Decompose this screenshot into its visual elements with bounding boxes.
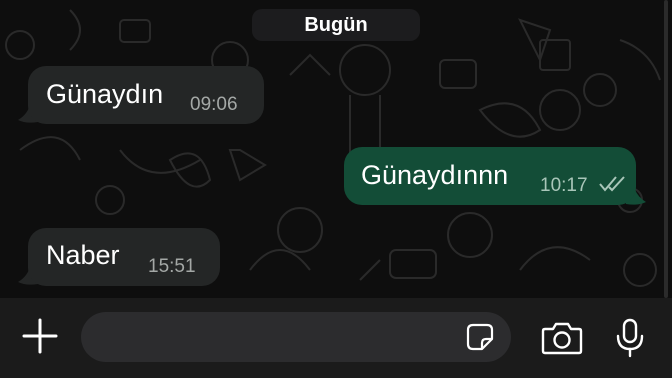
message-text: Günaydınnn: [361, 160, 509, 190]
date-separator: Bugün: [252, 9, 420, 41]
message-bubble-incoming[interactable]: Günaydın 09:06: [28, 66, 264, 124]
sticker-icon[interactable]: [463, 320, 497, 354]
message-input[interactable]: [81, 312, 511, 362]
message-time: 15:51: [148, 256, 196, 277]
chat-scrollbar[interactable]: [664, 0, 668, 298]
message-time: 09:06: [190, 94, 238, 115]
camera-icon[interactable]: [540, 318, 584, 358]
microphone-icon[interactable]: [610, 316, 650, 360]
message-input-bar: [0, 298, 672, 378]
message-bubble-incoming[interactable]: Naber 15:51: [28, 228, 220, 286]
message-text: Naber: [46, 240, 120, 270]
chat-area[interactable]: Bugün Günaydın 09:06 Günaydınnn 10:17 Na…: [0, 0, 672, 298]
message-text: Günaydın: [46, 79, 164, 109]
plus-icon[interactable]: [20, 316, 60, 356]
double-check-icon: [599, 176, 625, 192]
date-label: Bugün: [304, 13, 368, 36]
message-bubble-outgoing[interactable]: Günaydınnn 10:17: [344, 147, 636, 205]
message-time: 10:17: [540, 175, 588, 196]
